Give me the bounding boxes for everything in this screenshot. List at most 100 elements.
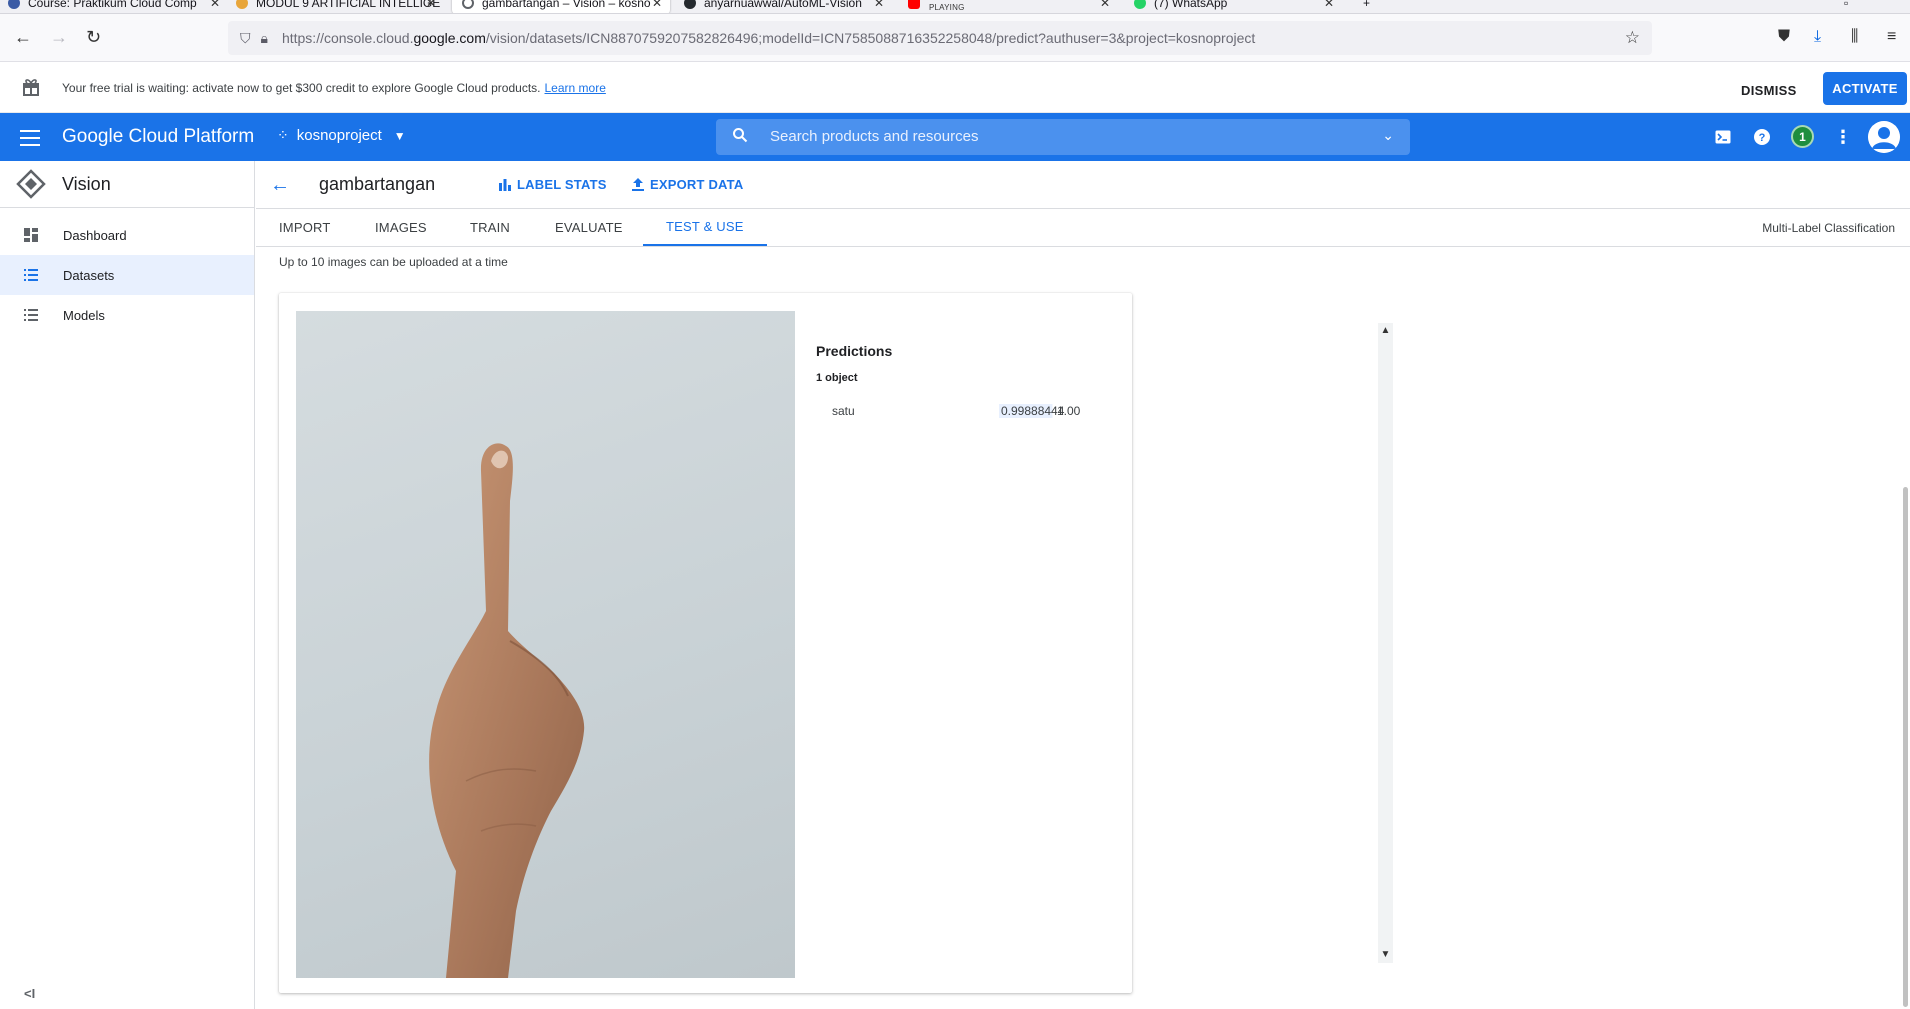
moodle-icon [8,0,20,9]
cloud-shell-icon[interactable] [1712,126,1734,148]
tab-label: (7) WhatsApp [1154,0,1228,10]
prediction-label: satu [832,404,855,418]
sidebar-item-datasets[interactable]: Datasets [0,255,254,295]
project-icon: ⁘ [277,127,289,143]
pocket-icon[interactable]: ⛊ [1778,28,1790,46]
bookmark-star-icon[interactable]: ☆ [1625,28,1640,48]
close-icon[interactable]: ✕ [652,0,662,10]
dashboard-icon [24,228,38,242]
url-bar[interactable]: ⛉ 🔒︎ https://console.cloud.google.com/vi… [228,21,1652,55]
page-title: gambartangan [319,174,436,194]
reload-icon[interactable]: ↻ [86,28,101,46]
back-icon[interactable]: ← [14,28,32,46]
avatar[interactable] [1868,121,1900,153]
label-stats-button[interactable]: LABEL STATS [499,177,607,192]
vision-logo-icon [16,169,46,199]
tab-images[interactable]: IMAGES [352,209,450,246]
sidebar-item-models[interactable]: Models [0,295,254,335]
gift-icon [23,79,39,96]
tab-label: anyarnuawwal/AutoML-Vision [704,0,862,10]
browser-tab[interactable]: anyarnuawwal/AutoML-Vision ✕ [684,0,884,13]
sidebar: Vision Dashboard Datasets Models <I [0,161,255,1009]
browser-tab[interactable]: Course: Praktikum Cloud Comp ✕ [8,0,220,13]
search-input[interactable]: Search products and resources [770,128,978,145]
prediction-row[interactable]: satu 0.99888444 1.00 [832,401,1082,421]
project-name: kosnoproject [296,127,382,144]
drive-icon [236,0,248,9]
tab-test-and-use[interactable]: TEST & USE [643,209,767,246]
browser-tab[interactable]: MODUL 9 ARTIFICIAL INTELLIGE ✕ [236,0,440,13]
browser-tab-strip: Course: Praktikum Cloud Comp ✕ MODUL 9 A… [0,0,1910,14]
tab-label: MODUL 9 ARTIFICIAL INTELLIGE [256,0,441,10]
banner-text: Your free trial is waiting: activate now… [62,81,606,95]
tab-import[interactable]: IMPORT [256,209,354,246]
browser-tab-active[interactable]: gambartangan – Vision – kosno ✕ [452,0,670,13]
sidebar-item-label: Datasets [63,267,115,283]
scrollbar-thumb[interactable] [1903,487,1908,1007]
hamburger-menu-icon[interactable] [20,127,40,147]
menu-icon[interactable]: ≡ [1887,28,1896,46]
library-icon[interactable]: ⫼ [1851,28,1858,46]
tab-playing-label: PLAYING [929,3,965,12]
url-text[interactable]: https://console.cloud.google.com/vision/… [282,30,1255,46]
predictions-scrollbar[interactable]: ▲ ▼ [1378,323,1393,963]
list-icon [24,309,38,321]
predictions-title: Predictions [816,343,893,359]
prediction-count: 1 object [816,372,858,384]
sidebar-item-dashboard[interactable]: Dashboard [0,215,254,255]
tab-evaluate[interactable]: EVALUATE [532,209,646,246]
forward-icon[interactable]: → [50,28,68,46]
scroll-up-icon[interactable]: ▲ [1378,323,1393,339]
gcp-title[interactable]: Google Cloud Platform [62,126,254,148]
browser-navbar: ← → ↻ ⛉ 🔒︎ https://console.cloud.google.… [0,14,1910,62]
upload-hint: Up to 10 images can be uploaded at a tim… [279,255,508,269]
lock-icon[interactable]: 🔒︎ [261,30,268,47]
search-bar[interactable]: Search products and resources ⌄ [716,119,1410,155]
shield-icon[interactable]: ⛉ [240,30,251,47]
sidebar-header: Vision [0,161,254,208]
tab-train[interactable]: TRAIN [447,209,533,246]
sidebar-item-label: Dashboard [63,227,127,243]
close-icon[interactable]: ✕ [426,0,436,10]
learn-more-link[interactable]: Learn more [545,81,606,95]
bar-chart-icon [499,178,511,191]
classification-type-label: Multi-Label Classification [1762,221,1895,235]
scroll-down-icon[interactable]: ▼ [1378,947,1393,963]
export-data-button[interactable]: EXPORT DATA [632,177,743,192]
test-image[interactable] [296,311,795,978]
help-icon[interactable]: ? [1751,126,1773,148]
caret-down-icon: ▼ [393,128,406,143]
collapse-sidebar-icon[interactable]: <I [24,986,35,1001]
hand-photo [429,443,585,978]
notification-badge[interactable]: 1 [1791,125,1814,148]
project-selector[interactable]: ⁘ kosnoproject ▼ [277,127,406,144]
product-name: Vision [62,173,111,194]
back-arrow-icon[interactable]: ← [270,174,290,197]
close-icon[interactable]: ✕ [1324,0,1334,10]
github-icon [684,0,696,9]
search-icon [733,128,748,143]
close-icon[interactable]: ✕ [874,0,884,10]
page-scrollbar[interactable] [1901,247,1910,1009]
tab-list-icon[interactable]: ▫ [1844,0,1848,13]
close-icon[interactable]: ✕ [210,0,220,10]
free-trial-banner: Your free trial is waiting: activate now… [0,63,1910,113]
new-tab-button[interactable]: + [1363,0,1370,13]
dismiss-button[interactable]: DISMISS [1733,75,1805,105]
whatsapp-icon [1134,0,1146,9]
chevron-down-icon[interactable]: ⌄ [1382,127,1394,144]
svg-text:?: ? [1759,132,1766,144]
sidebar-item-label: Models [63,307,105,323]
dataset-tabs: IMPORT IMAGES TRAIN EVALUATE TEST & USE … [256,209,1910,247]
activate-button[interactable]: ACTIVATE [1823,72,1907,105]
more-vert-icon[interactable]: ⋮ [1832,126,1854,148]
list-icon [24,269,38,281]
gcp-header: Google Cloud Platform ⁘ kosnoproject ▼ S… [0,113,1910,161]
download-icon[interactable]: ⤓ [1814,28,1821,46]
gcp-tab-icon [462,0,474,9]
upload-icon [632,178,644,191]
dataset-header: ← gambartangan LABEL STATS EXPORT DATA [256,161,1910,209]
browser-tab[interactable]: (7) WhatsApp ✕ [1134,0,1334,13]
close-icon[interactable]: ✕ [1100,0,1110,10]
prediction-card: Predictions 1 object satu 0.99888444 1.0… [279,293,1393,993]
